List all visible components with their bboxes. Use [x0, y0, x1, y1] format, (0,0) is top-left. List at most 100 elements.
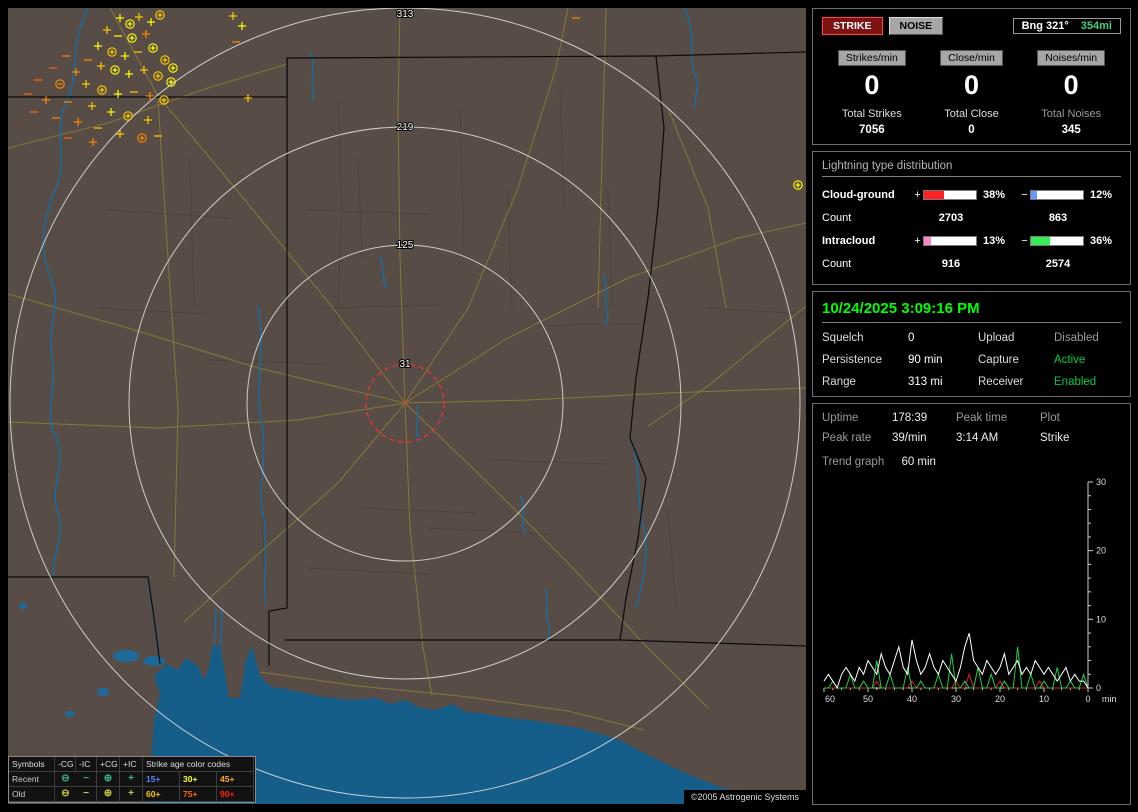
- cloud-ground-label: Cloud-ground: [822, 189, 895, 202]
- close-counter: Close/min 0 Total Close 0: [922, 48, 1022, 136]
- cg-minus-count: 863: [1048, 212, 1068, 225]
- uptime-value: 178:39: [892, 411, 928, 424]
- plus-icon: +: [120, 787, 143, 802]
- range-value: 313 mi: [908, 375, 943, 388]
- trend-window-value: 60 min: [901, 455, 936, 468]
- plus-sign: +: [914, 189, 921, 202]
- ring-label-125: 125: [397, 240, 414, 251]
- ic-plus-count: 916: [941, 258, 961, 271]
- plot-value: Strike: [1040, 431, 1070, 444]
- strike-button[interactable]: STRIKE: [822, 17, 883, 35]
- minus-icon: −: [76, 787, 97, 802]
- copyright-text: ©2005 Astrogenic Systems: [683, 790, 806, 804]
- bearing-display: Bng 321° 354mi: [1012, 18, 1121, 34]
- ic-minus-bar: [1030, 236, 1084, 247]
- total-noises-label: Total Noises: [1041, 107, 1102, 120]
- cg-plus-count: 2703: [938, 212, 964, 225]
- legend-symbols-header: Symbols: [9, 757, 55, 772]
- capture-label: Capture: [978, 353, 1019, 366]
- peak-time-label: Peak time: [956, 411, 1008, 424]
- ring-label-31: 31: [399, 359, 411, 370]
- noises-counter: Noises/min 0 Total Noises 345: [1021, 48, 1121, 136]
- circle-minus-icon: ⊖: [55, 772, 76, 787]
- age-code-15: 15+: [143, 772, 180, 787]
- intracloud-row: Intracloud + 13% − 36%: [822, 230, 1121, 253]
- close-per-min-value: 0: [963, 70, 980, 100]
- intracloud-label: Intracloud: [822, 235, 876, 248]
- persistence-label: Persistence: [822, 353, 883, 366]
- svg-text:30: 30: [951, 694, 961, 704]
- distribution-box: Lightning type distribution Cloud-ground…: [812, 150, 1131, 285]
- ic-plus-bar: [923, 236, 977, 247]
- ring-label-219: 219: [397, 122, 414, 133]
- upload-label: Upload: [978, 331, 1015, 344]
- ic-minus-percent: 36%: [1090, 235, 1113, 248]
- minus-sign: −: [1021, 235, 1028, 248]
- plus-icon: +: [120, 772, 143, 787]
- minus-icon: −: [76, 772, 97, 787]
- svg-text:0: 0: [1096, 683, 1101, 693]
- total-noises-value: 345: [1061, 123, 1081, 136]
- trend-box: Uptime 178:39 Peak time Plot Peak rate 3…: [812, 402, 1131, 805]
- app-window: 313 219 125 31 Symbols -CG -IC +CG +IC Stri…: [0, 0, 1138, 812]
- close-per-min-chip: Close/min: [940, 50, 1003, 66]
- svg-text:20: 20: [995, 694, 1005, 704]
- legend-age-header: Strike age color codes: [143, 757, 254, 772]
- ic-minus-count: 2574: [1045, 258, 1071, 271]
- svg-text:60: 60: [825, 694, 835, 704]
- legend-col-pos-ic: +IC: [120, 757, 143, 772]
- noises-per-min-chip: Noises/min: [1037, 50, 1106, 66]
- plus-sign: +: [914, 235, 921, 248]
- cloud-ground-row: Cloud-ground + 38% − 12%: [822, 184, 1121, 207]
- cloud-ground-count-row: Count 2703 863: [822, 207, 1121, 230]
- bearing-range: 354mi: [1080, 20, 1112, 32]
- age-code-60: 60+: [143, 787, 180, 802]
- svg-text:40: 40: [907, 694, 917, 704]
- strikes-per-min-chip: Strikes/min: [837, 50, 906, 66]
- noise-button[interactable]: NOISE: [888, 17, 944, 35]
- control-panel: STRIKE NOISE Bng 321° 354mi Strikes/min …: [812, 8, 1131, 805]
- counters-box: STRIKE NOISE Bng 321° 354mi Strikes/min …: [812, 8, 1131, 145]
- svg-text:20: 20: [1096, 545, 1106, 555]
- receiver-value: Enabled: [1054, 375, 1097, 388]
- legend-col-pos-cg: +CG: [97, 757, 120, 772]
- minus-sign: −: [1021, 189, 1028, 202]
- age-code-75: 75+: [180, 787, 217, 802]
- noises-per-min-value: 0: [1063, 70, 1079, 100]
- age-code-30: 30+: [180, 772, 217, 787]
- count-label: Count: [822, 258, 852, 271]
- legend-row-old-label: Old: [9, 787, 55, 802]
- intracloud-count-row: Count 916 2574: [822, 253, 1121, 276]
- peak-rate-value: 39/min: [892, 431, 927, 444]
- map-canvas[interactable]: 313 219 125 31: [8, 8, 806, 804]
- svg-text:10: 10: [1039, 694, 1049, 704]
- svg-text:30: 30: [1096, 477, 1106, 487]
- circle-plus-icon: ⊕: [97, 772, 120, 787]
- circle-plus-icon: ⊕: [97, 787, 120, 802]
- squelch-label: Squelch: [822, 331, 864, 344]
- receiver-center-marker: [403, 401, 407, 405]
- datetime-display: 10/24/2025 3:09:16 PM: [822, 300, 1121, 323]
- map-legend: Symbols -CG -IC +CG +IC Strike age color…: [8, 756, 256, 803]
- upload-value: Disabled: [1054, 331, 1099, 344]
- status-box: 10/24/2025 3:09:16 PM Squelch 0 Upload D…: [812, 290, 1131, 397]
- total-strikes-label: Total Strikes: [841, 107, 902, 120]
- distribution-title: Lightning type distribution: [822, 160, 1121, 177]
- cg-minus-percent: 12%: [1090, 189, 1113, 202]
- peak-time-value: 3:14 AM: [956, 431, 999, 444]
- receiver-label: Receiver: [978, 375, 1024, 388]
- trend-x-unit: min: [1102, 694, 1117, 704]
- legend-col-neg-ic: -IC: [76, 757, 97, 772]
- persistence-value: 90 min: [908, 353, 943, 366]
- circle-minus-icon: ⊖: [55, 787, 76, 802]
- strikes-counter: Strikes/min 0 Total Strikes 7056: [822, 48, 922, 136]
- age-code-45: 45+: [217, 772, 254, 787]
- lightning-map[interactable]: 313 219 125 31 Symbols -CG -IC +CG +IC Stri…: [8, 8, 806, 804]
- svg-text:10: 10: [1096, 614, 1106, 624]
- trend-graph: 302010060 50 40 30 20 10 0 min: [822, 475, 1122, 720]
- peak-rate-label: Peak rate: [822, 431, 872, 444]
- cg-plus-bar: [923, 190, 977, 201]
- plot-label: Plot: [1040, 411, 1060, 424]
- legend-col-neg-cg: -CG: [55, 757, 76, 772]
- bearing-label: Bng 321°: [1021, 20, 1069, 32]
